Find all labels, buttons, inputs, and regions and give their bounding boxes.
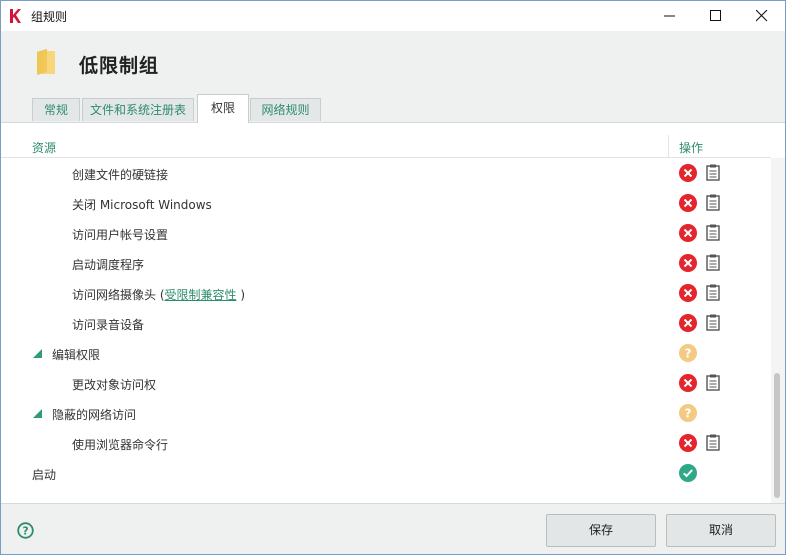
list-item-label: 创建文件的硬链接: [72, 168, 169, 182]
tab-network-rules[interactable]: 网络规则: [250, 98, 321, 121]
clipboard-icon[interactable]: [706, 254, 720, 271]
expand-triangle-icon[interactable]: [33, 409, 42, 418]
list-item-label: 访问用户帐号设置: [72, 228, 169, 242]
list-item-label: 访问网络摄像头 (受限制兼容性 ): [72, 286, 245, 303]
minimize-button[interactable]: [647, 1, 693, 31]
question-icon[interactable]: ?: [679, 404, 697, 422]
clipboard-icon[interactable]: [706, 284, 720, 301]
list-item[interactable]: 使用浏览器命令行: [1, 428, 771, 458]
allow-check-icon[interactable]: [679, 464, 697, 482]
deny-icon[interactable]: [679, 374, 697, 392]
column-action-header[interactable]: 操作: [679, 139, 703, 156]
clipboard-icon[interactable]: [706, 434, 720, 451]
list-group-label: 启动: [32, 468, 57, 482]
deny-icon[interactable]: [679, 284, 697, 302]
list-group[interactable]: 编辑权限 ?: [1, 338, 771, 368]
list-item[interactable]: 更改对象访问权: [1, 368, 771, 398]
list-item[interactable]: 访问用户帐号设置: [1, 218, 771, 248]
table-header: 资源 操作: [1, 123, 771, 158]
help-icon[interactable]: ?: [17, 522, 34, 539]
list-item[interactable]: 启动调度程序: [1, 248, 771, 278]
close-button[interactable]: [739, 1, 785, 31]
save-button[interactable]: 保存: [546, 514, 656, 547]
list-item-label: 使用浏览器命令行: [72, 438, 169, 452]
list-item[interactable]: 访问录音设备: [1, 308, 771, 338]
list-item-label: 访问录音设备: [72, 318, 145, 332]
list-item[interactable]: 创建文件的硬链接: [1, 158, 771, 188]
question-icon[interactable]: ?: [679, 344, 697, 362]
list-group-label: 隐蔽的网络访问: [52, 408, 137, 422]
svg-text:?: ?: [685, 347, 692, 361]
column-resource-header[interactable]: 资源: [32, 139, 56, 156]
deny-icon[interactable]: [679, 224, 697, 242]
deny-icon[interactable]: [679, 194, 697, 212]
list-item[interactable]: 访问网络摄像头 (受限制兼容性 ): [1, 278, 771, 308]
scrollbar-thumb[interactable]: [774, 373, 780, 498]
deny-icon[interactable]: [679, 254, 697, 272]
tab-permissions[interactable]: 权限: [197, 94, 249, 123]
group-rules-window: 组规则 低限制组 常规 文件和系统注册表 权限 网络规则 资源 操作 创建文件的…: [0, 0, 786, 555]
list-item-label: 启动调度程序: [72, 258, 145, 272]
maximize-button[interactable]: [693, 1, 739, 31]
window-title: 组规则: [31, 10, 68, 24]
list-item-label: 更改对象访问权: [72, 378, 157, 392]
tab-files-registry[interactable]: 文件和系统注册表: [82, 98, 194, 121]
maximize-icon: [710, 10, 721, 21]
kaspersky-logo-icon: [10, 9, 21, 23]
cancel-button[interactable]: 取消: [666, 514, 776, 547]
deny-icon[interactable]: [679, 314, 697, 332]
permission-list: 创建文件的硬链接 关闭 Microsoft Windows 访问用户帐号设置 启…: [1, 158, 771, 498]
tab-general[interactable]: 常规: [32, 98, 80, 121]
list-item-label-text: 访问网络摄像头 (: [72, 288, 165, 302]
minimize-icon: [664, 15, 675, 17]
vertical-scrollbar[interactable]: [771, 158, 785, 503]
folder-icon: [37, 49, 55, 75]
clipboard-icon[interactable]: [706, 314, 720, 331]
clipboard-icon[interactable]: [706, 194, 720, 211]
list-item-label-suffix: ): [240, 288, 246, 302]
rule-header: 低限制组 常规 文件和系统注册表 权限 网络规则: [1, 31, 785, 123]
list-item[interactable]: 关闭 Microsoft Windows: [1, 188, 771, 218]
deny-icon[interactable]: [679, 164, 697, 182]
title-bar: 组规则: [1, 1, 785, 31]
svg-text:?: ?: [22, 526, 28, 538]
deny-icon[interactable]: [679, 434, 697, 452]
clipboard-icon[interactable]: [706, 374, 720, 391]
svg-text:?: ?: [685, 407, 692, 421]
clipboard-icon[interactable]: [706, 224, 720, 241]
group-title: 低限制组: [79, 55, 160, 77]
list-item-label: 关闭 Microsoft Windows: [72, 198, 212, 212]
close-icon: [756, 10, 768, 22]
list-group[interactable]: 启动: [1, 458, 771, 488]
list-group[interactable]: 隐蔽的网络访问 ?: [1, 398, 771, 428]
dialog-footer: ? 保存 取消: [1, 503, 785, 554]
list-group-label: 编辑权限: [52, 348, 101, 362]
expand-triangle-icon[interactable]: [33, 349, 42, 358]
clipboard-icon[interactable]: [706, 164, 720, 181]
restricted-compatibility-link[interactable]: 受限制兼容性: [165, 288, 237, 302]
column-divider[interactable]: [668, 135, 669, 157]
